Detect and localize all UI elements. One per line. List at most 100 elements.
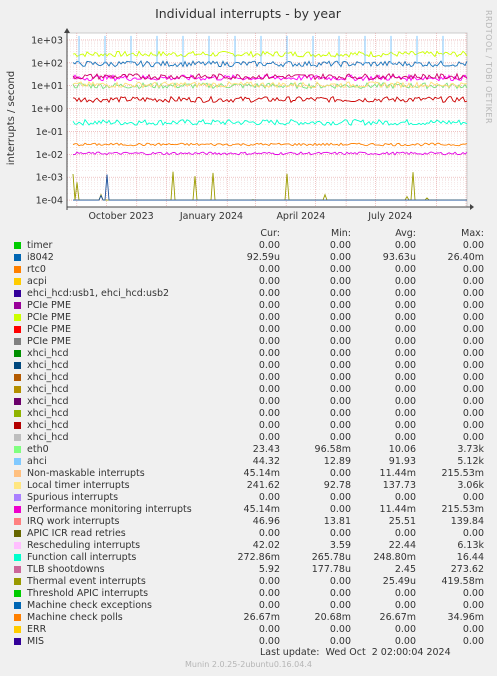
legend-avg: 0.00 <box>394 264 416 275</box>
legend-row: PCIe PME 0.00 0.00 0.00 0.00 <box>0 336 497 348</box>
legend-cur: 0.00 <box>258 348 280 359</box>
legend-min: 3.59 <box>329 540 351 551</box>
legend-max: 0.00 <box>462 432 484 443</box>
legend-row: Machine check polls 26.67m 20.68m 26.67m 34.… <box>0 612 497 624</box>
legend-cur: 0.00 <box>258 624 280 635</box>
legend-min: 0.00 <box>329 528 351 539</box>
legend-cur: 92.59u <box>246 252 280 263</box>
legend-avg: 0.00 <box>394 360 416 371</box>
legend-cur: 272.86m <box>237 552 281 563</box>
legend-cur: 0.00 <box>258 336 280 347</box>
legend-avg: 0.00 <box>394 624 416 635</box>
legend-swatch <box>14 494 21 501</box>
legend-min: 0.00 <box>329 588 351 599</box>
legend-avg: 26.67m <box>379 612 416 623</box>
legend-swatch <box>14 254 21 261</box>
legend-swatch <box>14 278 21 285</box>
y-ticks: 1e+03 1e+02 1e+01 1e+00 1e-01 1e-02 1e-03 1e-04 <box>31 35 63 206</box>
legend-swatch <box>14 242 21 249</box>
legend-swatch <box>14 386 21 393</box>
legend-row: Threshold APIC interrupts 0.00 0.00 0.00 0.0… <box>0 588 497 600</box>
legend-min: 0.00 <box>329 288 351 299</box>
legend-min: 92.78 <box>323 480 351 491</box>
legend-swatch <box>14 626 21 633</box>
x-ticks: October 2023 January 2024 April 2024 July 2… <box>88 211 412 222</box>
legend-avg: 0.00 <box>394 240 416 251</box>
legend-avg: 11.44m <box>379 504 416 515</box>
legend-min: 20.68m <box>314 612 351 623</box>
legend-name: PCIe PME <box>27 336 71 347</box>
legend-swatch <box>14 530 21 537</box>
legend-swatch <box>14 578 21 585</box>
legend-name: acpi <box>27 276 47 287</box>
legend-row: Thermal event interrupts 0.00 0.00 25.49u 41… <box>0 576 497 588</box>
legend-name: Performance monitoring interrupts <box>27 504 192 515</box>
legend-name: xhci_hcd <box>27 348 69 359</box>
legend-name: IRQ work interrupts <box>27 516 120 527</box>
last-update: Last update: Wed Oct 2 02:00:04 2024 <box>260 647 451 658</box>
legend-swatch <box>14 362 21 369</box>
legend-name: ahci <box>27 456 47 467</box>
legend-swatch <box>14 614 21 621</box>
legend-cur: 45.14m <box>243 468 280 479</box>
legend-row: PCIe PME 0.00 0.00 0.00 0.00 <box>0 312 497 324</box>
legend-swatch <box>14 422 21 429</box>
legend-min: 0.00 <box>329 408 351 419</box>
legend-min: 0.00 <box>329 432 351 443</box>
legend-avg: 0.00 <box>394 312 416 323</box>
legend-max: 0.00 <box>462 420 484 431</box>
legend-cur: 0.00 <box>258 240 280 251</box>
legend-avg: 25.49u <box>382 576 416 587</box>
y-tick-label: 1e+02 <box>31 58 63 69</box>
legend-row: xhci_hcd 0.00 0.00 0.00 0.00 <box>0 348 497 360</box>
legend-swatch <box>14 638 21 645</box>
legend-avg: 91.93 <box>388 456 416 467</box>
legend-avg: 0.00 <box>394 372 416 383</box>
legend-min: 177.78u <box>311 564 351 575</box>
legend-swatch <box>14 266 21 273</box>
legend-name: Non-maskable interrupts <box>27 468 145 479</box>
legend-max: 273.62 <box>450 564 484 575</box>
legend-max: 34.96m <box>447 612 484 623</box>
legend-name: Machine check exceptions <box>27 600 152 611</box>
legend-avg: 0.00 <box>394 600 416 611</box>
legend-min: 0.00 <box>329 492 351 503</box>
x-tick-label: January 2024 <box>179 211 243 222</box>
legend-cur: 5.92 <box>258 564 280 575</box>
legend-max: 0.00 <box>462 624 484 635</box>
legend-avg: 137.73 <box>382 480 416 491</box>
legend-avg: 0.00 <box>394 396 416 407</box>
legend-name: xhci_hcd <box>27 396 69 407</box>
legend-name: Threshold APIC interrupts <box>27 588 149 599</box>
legend-avg: 10.06 <box>388 444 416 455</box>
legend-swatch <box>14 374 21 381</box>
legend-min: 0.00 <box>329 468 351 479</box>
legend-max: 0.00 <box>462 528 484 539</box>
legend-swatch <box>14 314 21 321</box>
legend-max: 3.06k <box>457 480 484 491</box>
legend-max: 215.53m <box>441 468 485 479</box>
legend-avg: 0.00 <box>394 288 416 299</box>
legend-min: 0.00 <box>329 276 351 287</box>
y-axis-arrow <box>64 28 70 33</box>
legend-max: 26.40m <box>447 252 484 263</box>
legend-name: Local timer interrupts <box>27 480 130 491</box>
legend-avg: 11.44m <box>379 468 416 479</box>
legend-swatch <box>14 290 21 297</box>
legend-row: xhci_hcd 0.00 0.00 0.00 0.00 <box>0 360 497 372</box>
header-avg: Avg: <box>395 228 416 239</box>
x-tick-label: April 2024 <box>276 211 325 222</box>
chart-area: Individual interrupts - by year interrup… <box>6 6 474 222</box>
legend-swatch <box>14 566 21 573</box>
legend-name: PCIe PME <box>27 324 71 335</box>
legend-min: 13.81 <box>323 516 351 527</box>
legend-min: 0.00 <box>329 300 351 311</box>
legend-avg: 0.00 <box>394 432 416 443</box>
x-tick-label: July 2024 <box>367 211 412 222</box>
legend-max: 419.58m <box>441 576 485 587</box>
legend-min: 265.78u <box>311 552 351 563</box>
legend-row: xhci_hcd 0.00 0.00 0.00 0.00 <box>0 396 497 408</box>
legend-avg: 0.00 <box>394 636 416 647</box>
y-axis-label: interrupts / second <box>6 71 17 165</box>
legend-min: 0.00 <box>329 372 351 383</box>
